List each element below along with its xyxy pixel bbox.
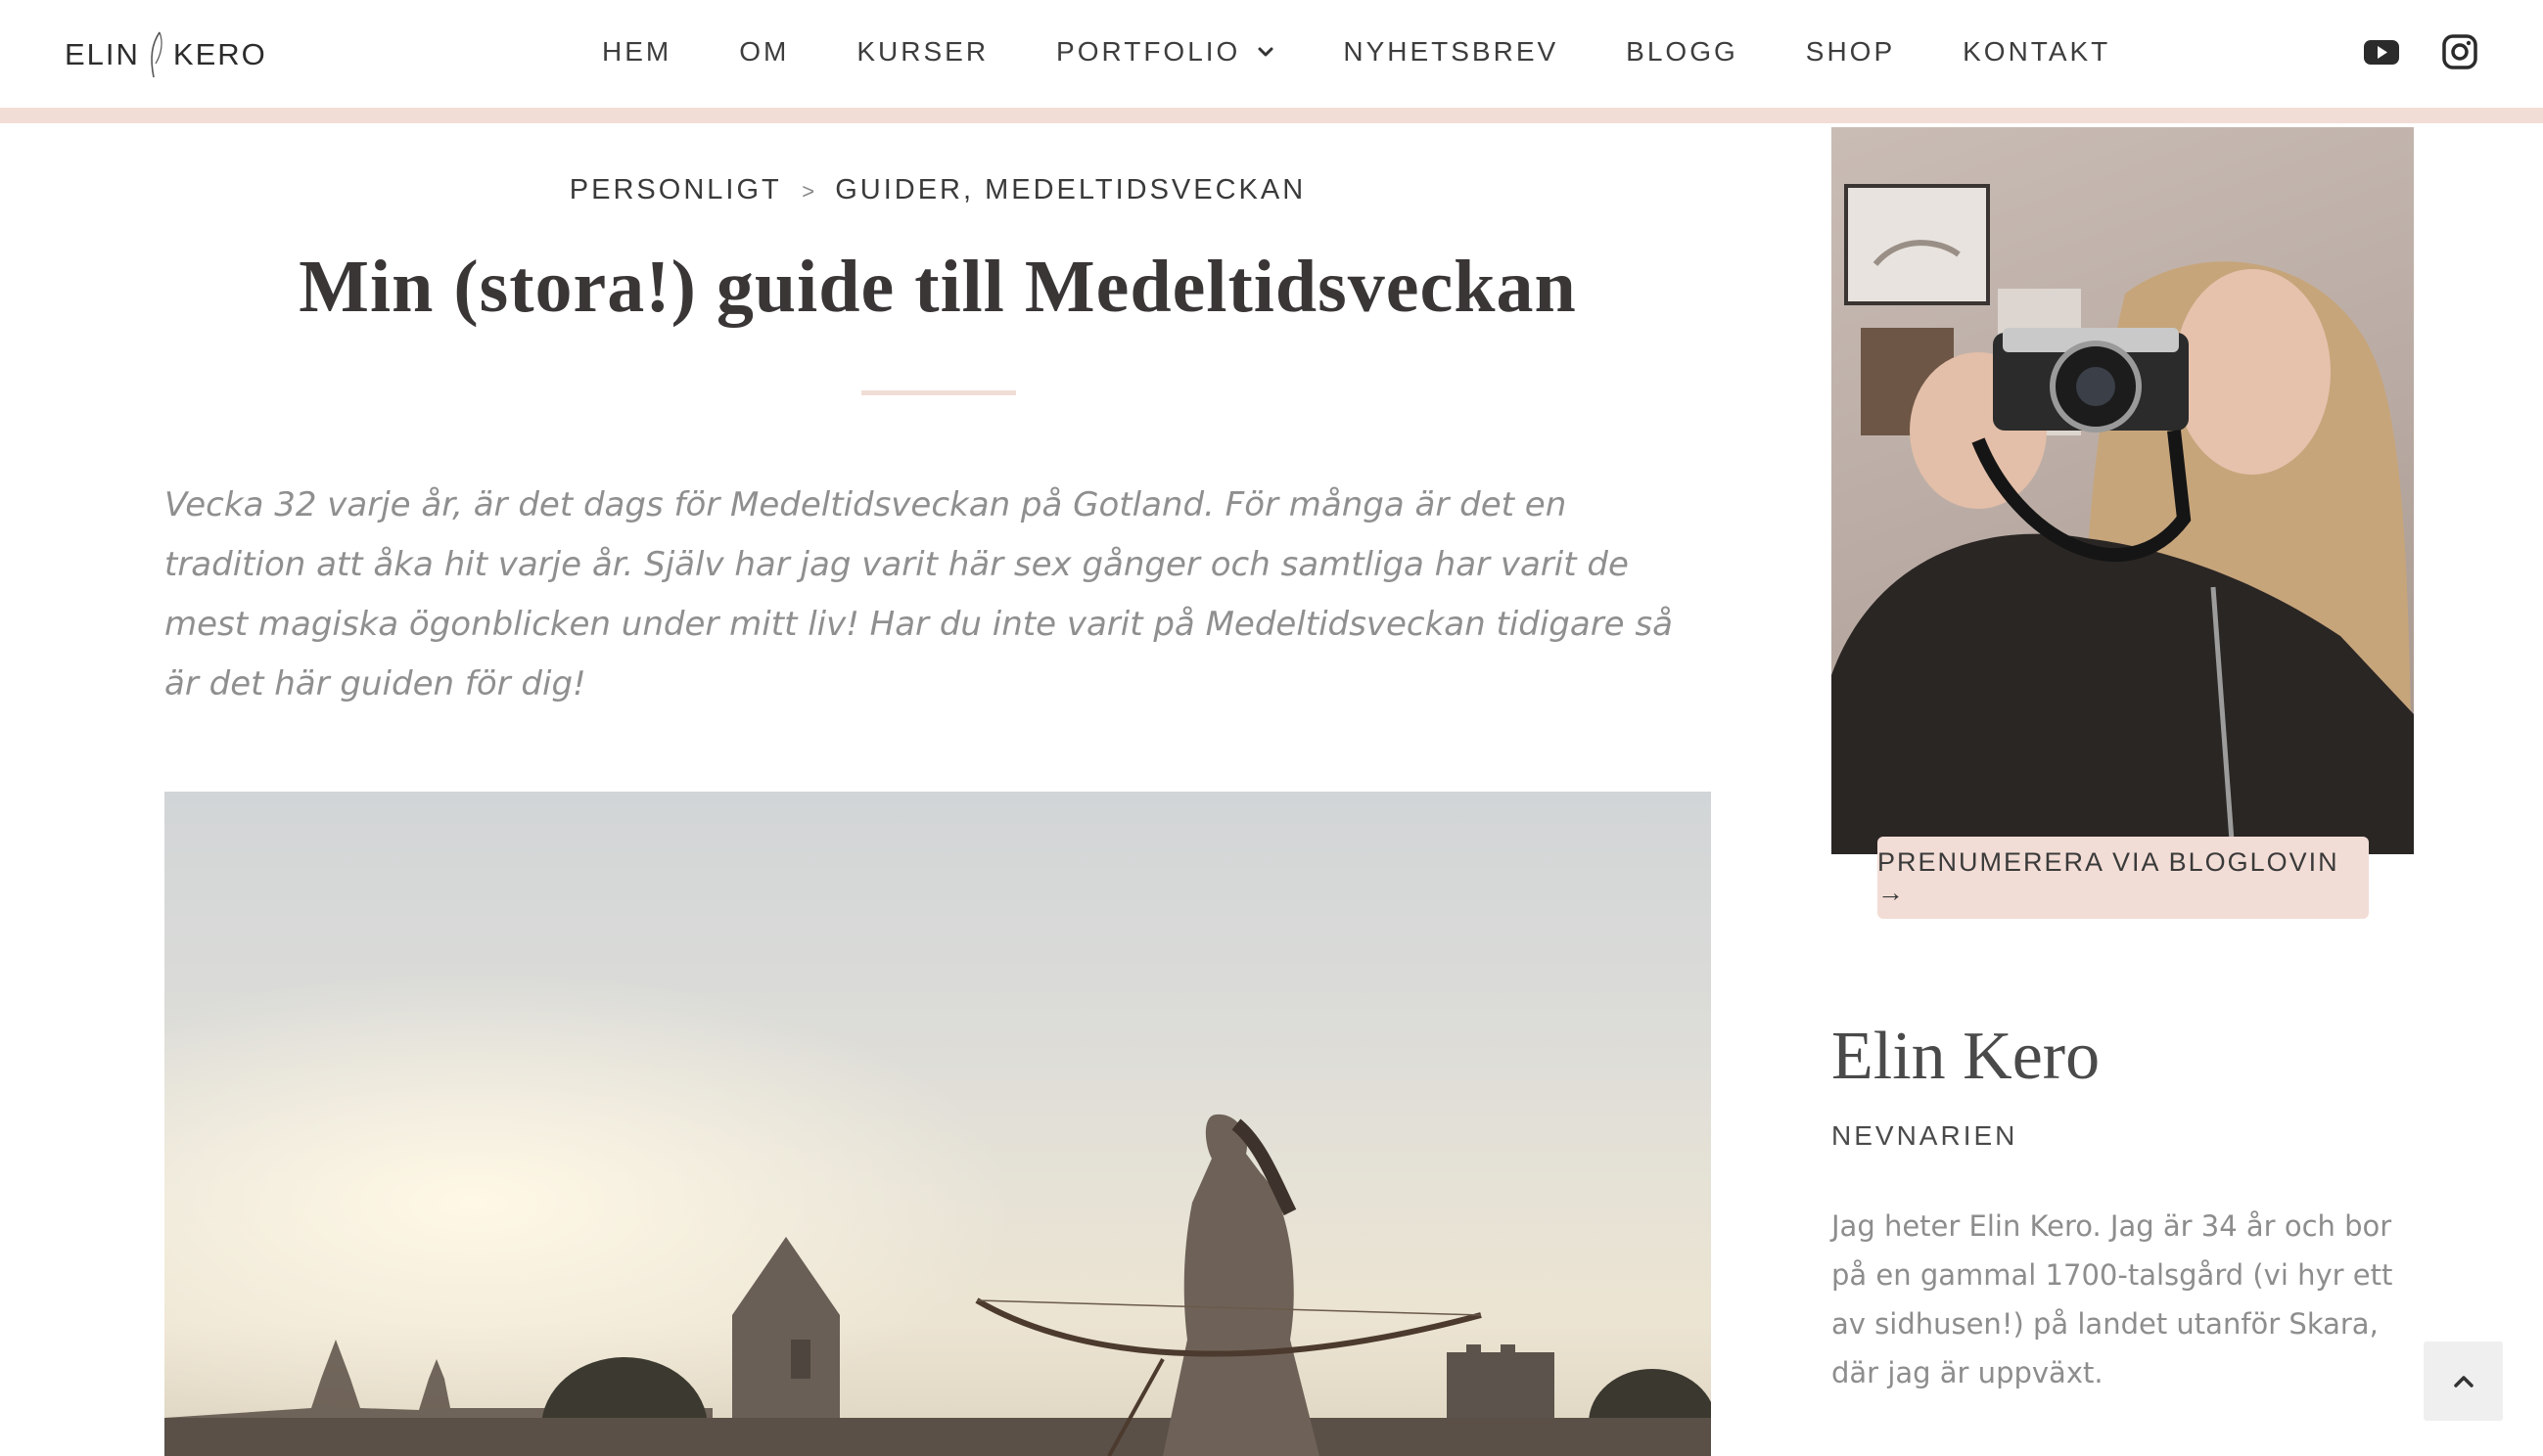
chevron-up-icon [2453,1375,2474,1388]
subscribe-label: PRENUMERERA VIA BLOGLOVIN → [1877,847,2339,907]
chevron-down-icon [1258,47,1273,57]
logo-text-left: ELIN [65,37,140,71]
nav-item-shop[interactable]: SHOP [1806,36,1895,68]
breadcrumb-separator: > [802,179,815,204]
site-logo[interactable]: ELIN KERO [65,31,267,78]
author-name: Elin Kero [1831,1019,2101,1094]
main-nav: HEM OM KURSER PORTFOLIO NYHETSBREV BLOGG… [602,29,2110,74]
nav-label: HEM [602,36,672,67]
author-portrait-image [1831,127,2414,854]
hero-image [164,792,1711,1456]
portrait-illustration [1831,184,2414,854]
article-title: Min (stora!) guide till Medeltidsveckan [299,246,1577,328]
title-divider [861,390,1016,395]
scroll-to-top-button[interactable] [2424,1342,2503,1421]
nav-item-kontakt[interactable]: KONTAKT [1963,36,2110,68]
article-lead: Vecka 32 varje år, är det dags för Medel… [164,485,1673,704]
nav-label: KONTAKT [1963,36,2111,67]
nav-item-blogg[interactable]: BLOGG [1626,36,1738,68]
nav-item-om[interactable]: OM [739,36,789,68]
nav-label: BLOGG [1626,36,1738,67]
breadcrumb-comma: , [962,174,975,205]
breadcrumb: PERSONLIGT > GUIDER, MEDELTIDSVECKAN [164,174,1711,206]
nav-item-portfolio[interactable]: PORTFOLIO [1056,36,1275,68]
logo-text-right: KERO [172,37,267,71]
breadcrumb-category-guider[interactable]: GUIDER [835,174,963,205]
nav-item-hem[interactable]: HEM [602,36,671,68]
nav-item-nyhetsbrev[interactable]: NYHETSBREV [1343,36,1558,68]
nav-label: KURSER [856,36,990,67]
nav-label: PORTFOLIO [1056,36,1241,67]
breadcrumb-category-medeltidsveckan[interactable]: MEDELTIDSVECKAN [985,174,1306,205]
author-bio: Jag heter Elin Kero. Jag är 34 år och bo… [1831,1209,2393,1389]
nav-label: SHOP [1805,36,1896,67]
nav-label: OM [739,36,790,67]
author-tagline: NEVNARIEN [1831,1120,2018,1151]
feather-icon [151,31,162,78]
site-header: ELIN KERO HEM OM KURSER PORTFOLIO NYHETS… [0,0,2543,108]
nav-item-kurser[interactable]: KURSER [856,36,989,68]
youtube-icon[interactable] [2363,33,2400,70]
breadcrumb-parent-link[interactable]: PERSONLIGT [570,174,781,205]
instagram-icon[interactable] [2441,33,2478,70]
subscribe-bloglovin-button[interactable]: PRENUMERERA VIA BLOGLOVIN → [1877,837,2369,919]
header-accent-bar [0,108,2543,123]
nav-label: NYHETSBREV [1343,36,1559,67]
hero-illustration [164,792,1711,1456]
